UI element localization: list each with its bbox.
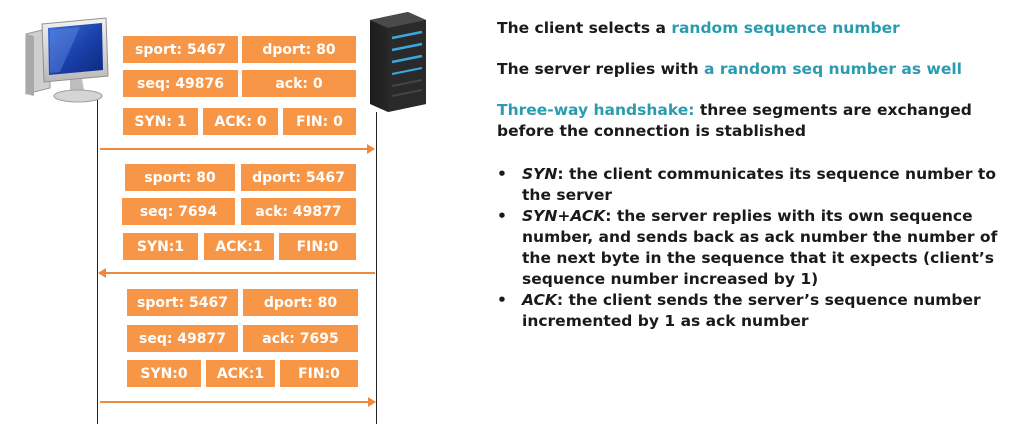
seg1-dport: dport: 80	[242, 36, 356, 63]
handshake-steps-list: SYN: the client communicates its sequenc…	[497, 164, 1017, 332]
handshake-diagram: sport: 5467 dport: 80 seq: 49876 ack: 0 …	[0, 0, 480, 424]
seg2-ack-flag: ACK:1	[204, 233, 274, 260]
explanation-panel: The client selects a random sequence num…	[497, 18, 1017, 332]
step-term: SYN+ACK	[522, 207, 606, 225]
server-timeline	[376, 112, 377, 424]
step-text: : the client communicates its sequence n…	[522, 165, 996, 204]
seg3-seq: seq: 49877	[127, 325, 238, 352]
client-selects-text: The client selects a	[497, 19, 672, 37]
handshake-term: Three-way handshake:	[497, 101, 695, 119]
seg2-syn-flag: SYN:1	[123, 233, 198, 260]
server-replies-text: The server replies with	[497, 60, 705, 78]
seg2-dport: dport: 5467	[241, 164, 356, 191]
seg3-fin-flag: FIN:0	[280, 360, 358, 387]
seg3-syn-flag: SYN:0	[127, 360, 201, 387]
server-seq-highlight: a random seq number as well	[704, 60, 962, 78]
step-text: : the client sends the server’s sequence…	[522, 291, 981, 330]
computer-monitor-icon	[25, 17, 109, 103]
seg3-ack-flag: ACK:1	[206, 360, 275, 387]
seg3-arrow	[100, 397, 376, 407]
step-term: SYN	[522, 165, 558, 183]
client-selects-line: The client selects a random sequence num…	[497, 18, 1017, 39]
seg3-sport: sport: 5467	[127, 289, 238, 316]
list-item: SYN: the client communicates its sequenc…	[497, 164, 1017, 206]
seg2-sport: sport: 80	[125, 164, 235, 191]
seg1-ack-flag: ACK: 0	[203, 108, 278, 135]
seg3-dport: dport: 80	[243, 289, 358, 316]
seg1-fin-flag: FIN: 0	[283, 108, 356, 135]
seg2-fin-flag: FIN:0	[279, 233, 356, 260]
random-seq-highlight: random sequence number	[671, 19, 900, 37]
seg3-ack: ack: 7695	[243, 325, 358, 352]
list-item: ACK: the client sends the server’s seque…	[497, 290, 1017, 332]
seg1-arrow	[100, 144, 375, 154]
client-timeline	[97, 100, 98, 424]
server-tower-icon	[370, 12, 426, 112]
step-term: ACK	[522, 291, 557, 309]
list-item: SYN+ACK: the server replies with its own…	[497, 206, 1017, 290]
seg2-arrow	[98, 268, 375, 278]
server-replies-line: The server replies with a random seq num…	[497, 59, 1017, 80]
seg2-ack: ack: 49877	[241, 198, 356, 225]
handshake-definition: Three-way handshake: three segments are …	[497, 100, 1017, 142]
seg1-ack: ack: 0	[242, 70, 356, 97]
seg1-seq: seq: 49876	[123, 70, 238, 97]
seg2-seq: seq: 7694	[122, 198, 235, 225]
seg1-syn-flag: SYN: 1	[123, 108, 198, 135]
seg1-sport: sport: 5467	[123, 36, 238, 63]
